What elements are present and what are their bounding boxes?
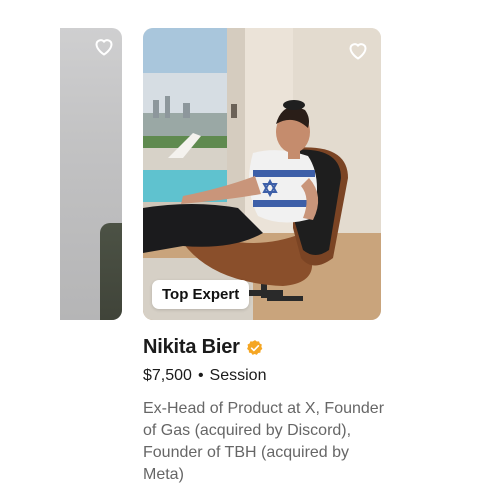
expert-bio: Ex-Head of Product at X, Founder of Gas …	[143, 400, 385, 483]
top-expert-badge: Top Expert	[152, 280, 250, 309]
previous-card-heart-icon[interactable]	[92, 34, 116, 58]
price-separator: •	[197, 367, 204, 384]
expert-card[interactable]: Top Expert Nikita Bier $7,500 • Session …	[143, 28, 384, 486]
heart-icon	[349, 43, 367, 60]
previous-expert-photo	[100, 223, 122, 320]
previous-expert-card[interactable]	[60, 28, 122, 320]
price-row: $7,500 • Session	[143, 367, 381, 385]
expert-name[interactable]: Nikita Bier	[143, 336, 240, 359]
expert-name-row: Nikita Bier	[143, 336, 381, 359]
expert-photo[interactable]: Top Expert	[143, 28, 381, 320]
verified-check-badge-icon	[246, 339, 263, 355]
expert-carousel: Top Expert Nikita Bier $7,500 • Session …	[0, 0, 500, 500]
favorite-button[interactable]	[345, 37, 371, 63]
expert-portrait-image	[143, 28, 381, 320]
session-price: $7,500	[143, 367, 192, 384]
price-unit: Session	[209, 367, 267, 384]
